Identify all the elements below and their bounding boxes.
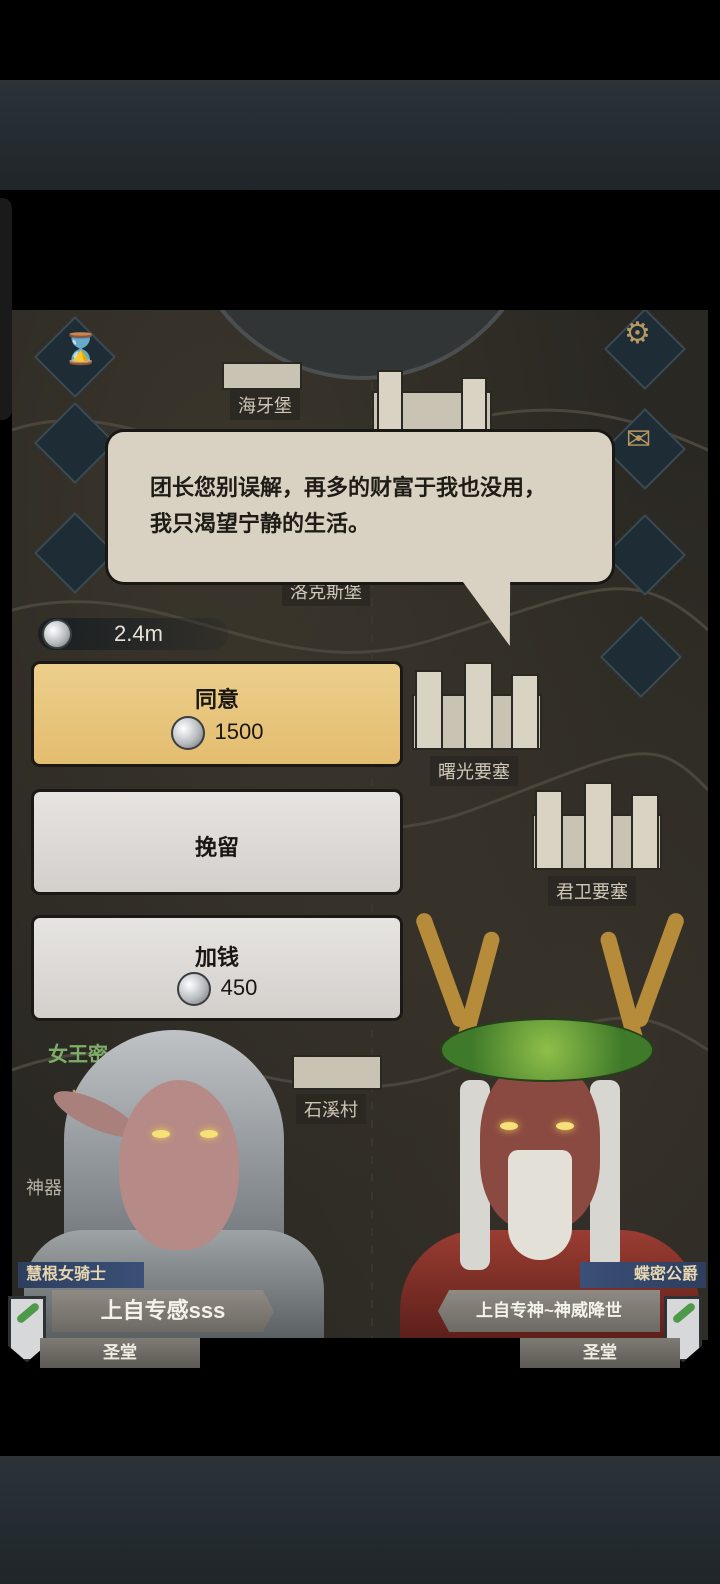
choice-label: 加钱 [194, 945, 239, 970]
fortress-icon-shuguang[interactable] [412, 662, 542, 750]
castle-icon[interactable] [222, 350, 302, 390]
choice-agree-button[interactable]: 同意 1500 [34, 664, 400, 764]
left-faction-label: 圣堂 [40, 1338, 200, 1368]
dialogue-text: 团长您别误解，再多的财富于我也没用， 我只渴望宁静的生活。 [150, 470, 590, 542]
choice-cost: 450 [34, 972, 400, 1006]
location-label-haiya: 海牙堡 [230, 390, 300, 420]
bottom-letterbox-band [0, 1456, 720, 1584]
fortress-icon-junwei[interactable] [532, 782, 662, 870]
choice-raise-pay-button[interactable]: 加钱 450 [34, 918, 400, 1018]
gear-icon: ⚙ [624, 317, 651, 350]
status-bar-area [0, 0, 720, 80]
left-player-name: 上自专感sss [52, 1290, 274, 1332]
right-player-name: 上自专神~神威降世 [438, 1290, 660, 1332]
silver-coin-icon [42, 619, 72, 649]
choice-cost-value: 450 [220, 974, 258, 1000]
choice-label: 同意 [194, 687, 239, 712]
hourglass-icon: ⌛ [62, 333, 100, 366]
left-character-title: 慧根女骑士 [18, 1262, 144, 1288]
choice-retain-button[interactable]: 挽留 [34, 792, 400, 892]
choice-label: 挽留 [194, 835, 239, 860]
silver-coin-icon [170, 716, 205, 750]
currency-amount: 2.4m [114, 621, 163, 646]
castle-icon[interactable] [372, 370, 492, 440]
dialogue-line-2: 我只渴望宁静的生活。 [150, 511, 371, 536]
location-label-junwei: 君卫要塞 [548, 876, 636, 906]
dialogue-line-1: 团长您别误解，再多的财富于我也没用， [150, 475, 547, 500]
choice-cost: 1500 [34, 716, 400, 750]
right-faction-label: 圣堂 [520, 1338, 680, 1368]
portrait-divider [194, 1338, 520, 1372]
location-label-shuguang: 曙光要塞 [430, 756, 518, 786]
top-letterbox-band [0, 80, 720, 190]
silver-coin-icon [176, 972, 211, 1006]
choice-cost-value: 1500 [214, 718, 264, 744]
right-character-title: 蝶密公爵 [580, 1262, 706, 1288]
edge-swipe-handle[interactable] [0, 198, 12, 420]
envelope-icon: ✉ [626, 423, 652, 456]
currency-display: 2.4m [38, 618, 228, 650]
